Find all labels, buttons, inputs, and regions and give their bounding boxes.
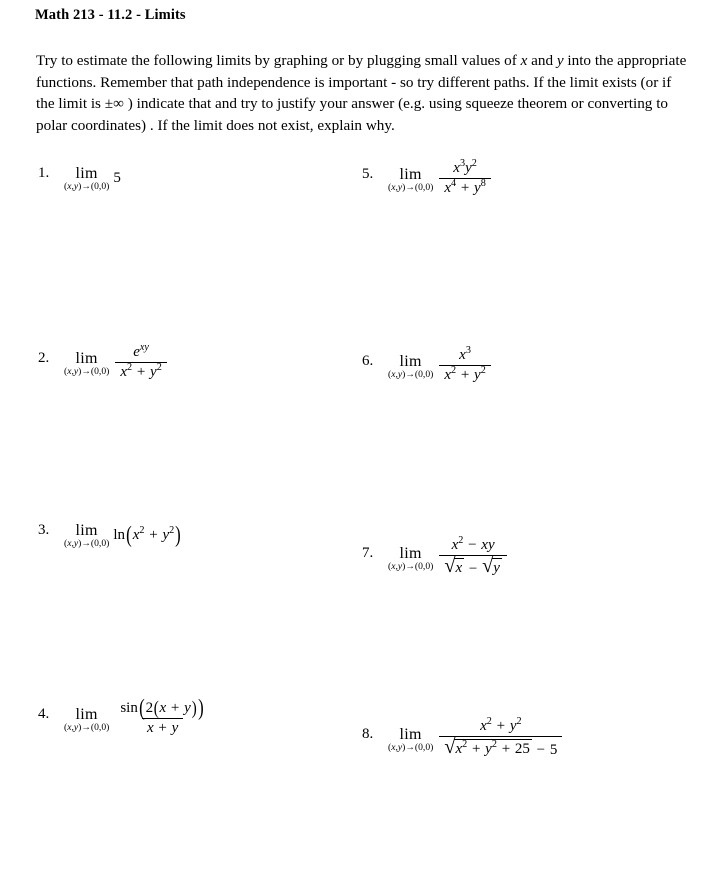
fraction-numerator: x3 — [459, 345, 471, 363]
lim-subscript: (x,y)→(0,0) — [388, 181, 434, 193]
fraction-numerator: exy — [133, 342, 149, 360]
fraction: x2 + y2 √ x2 + y2 + 25 − 5 — [439, 716, 563, 760]
lim-subscript: (x,y)→(0,0) — [388, 741, 434, 753]
problem-6: 6. lim (x,y)→(0,0) x3 x2 + y2 — [362, 345, 493, 385]
problem-3-number: 3. — [38, 522, 50, 538]
problem-2-expression: lim (x,y)→(0,0) exy x2 + y2 — [64, 342, 169, 382]
lim-label: lim — [399, 725, 422, 743]
limit-operator: lim (x,y)→(0,0) — [388, 544, 434, 572]
lim-label: lim — [399, 165, 422, 183]
problem-3-expression: lim (x,y)→(0,0) ln(x2 + y2) — [64, 521, 182, 549]
problem-8-number: 8. — [362, 725, 374, 742]
lim-label: lim — [399, 352, 422, 370]
limit-operator: lim (x,y)→(0,0) — [64, 166, 109, 192]
problem-6-number: 6. — [362, 352, 374, 369]
problem-3: 3. lim (x,y)→(0,0) ln(x2 + y2) — [38, 521, 182, 549]
problem-6-expression: lim (x,y)→(0,0) x3 x2 + y2 — [388, 345, 493, 385]
fraction-numerator: x2 + y2 — [480, 716, 522, 734]
limit-operator: lim (x,y)→(0,0) — [388, 352, 434, 380]
problem-2-number: 2. — [38, 349, 50, 366]
fraction-denominator: √ x − √ y — [439, 555, 507, 578]
lim-subscript: (x,y)→(0,0) — [64, 365, 110, 377]
fraction-denominator: x2 + y2 — [115, 362, 167, 381]
problem-7: 7. lim (x,y)→(0,0) x2 − xy √ x − √ y — [362, 535, 509, 579]
fraction-denominator: x4 + y8 — [439, 178, 491, 197]
problem-5-number: 5. — [362, 165, 374, 182]
problem-3-body: ln(x2 + y2) — [113, 521, 181, 548]
square-root-x: √ x — [444, 555, 465, 578]
limit-operator: lim (x,y)→(0,0) — [388, 165, 434, 193]
square-root-expression: √ x2 + y2 + 25 — [444, 736, 532, 759]
lim-subscript: (x,y)→(0,0) — [388, 560, 434, 572]
lim-subscript: (x,y)→(0,0) — [64, 181, 110, 192]
lim-label: lim — [399, 544, 422, 562]
fraction-numerator: x3y2 — [453, 158, 477, 176]
page-title: Math 213 - 11.2 - Limits — [35, 7, 186, 23]
fraction: x2 − xy √ x − √ y — [439, 535, 507, 579]
fraction-denominator: x + y — [141, 718, 184, 737]
limit-operator: lim (x,y)→(0,0) — [64, 705, 110, 733]
problem-1-body: 5 — [113, 169, 121, 186]
lim-subscript: (x,y)→(0,0) — [388, 368, 434, 380]
worksheet-page: Math 213 - 11.2 - Limits Try to estimate… — [0, 0, 719, 877]
lim-label: lim — [75, 705, 98, 723]
problem-2: 2. lim (x,y)→(0,0) exy x2 + y2 — [38, 342, 169, 382]
fraction-numerator: sin(2(x + y)) — [120, 695, 204, 722]
fraction-denominator: √ x2 + y2 + 25 − 5 — [439, 736, 563, 759]
problem-8-expression: lim (x,y)→(0,0) x2 + y2 √ x2 + y2 + 25 − … — [388, 716, 564, 760]
problem-7-expression: lim (x,y)→(0,0) x2 − xy √ x − √ y — [388, 535, 509, 579]
problem-8: 8. lim (x,y)→(0,0) x2 + y2 √ x2 + y2 + 25… — [362, 716, 564, 760]
fraction: exy x2 + y2 — [115, 342, 167, 382]
problem-7-number: 7. — [362, 544, 374, 561]
lim-subscript: (x,y)→(0,0) — [64, 721, 110, 733]
problem-1-expression: lim (x,y)→(0,0) 5 — [64, 165, 121, 192]
fraction-numerator: x2 − xy — [451, 535, 495, 553]
instructions-paragraph: Try to estimate the following limits by … — [36, 52, 687, 134]
lim-label: lim — [75, 522, 98, 539]
limit-operator: lim (x,y)→(0,0) — [64, 349, 110, 377]
problem-5-expression: lim (x,y)→(0,0) x3y2 x4 + y8 — [388, 158, 493, 198]
fraction: x3y2 x4 + y8 — [439, 158, 491, 198]
fraction: x3 x2 + y2 — [439, 345, 491, 385]
limit-operator: lim (x,y)→(0,0) — [388, 725, 434, 753]
limit-operator: lim (x,y)→(0,0) — [64, 523, 109, 549]
lim-label: lim — [75, 349, 98, 367]
problem-1: 1. lim (x,y)→(0,0) 5 — [38, 165, 121, 192]
fraction-denominator: x2 + y2 — [439, 365, 491, 384]
square-root-y: √ y — [482, 555, 502, 578]
problem-4-expression: lim (x,y)→(0,0) sin(2(x + y)) x + y — [64, 695, 212, 738]
problem-5: 5. lim (x,y)→(0,0) x3y2 x4 + y8 — [362, 158, 493, 198]
lim-subscript: (x,y)→(0,0) — [64, 538, 110, 549]
lim-label: lim — [75, 165, 98, 182]
problem-1-number: 1. — [38, 165, 50, 181]
fraction: sin(2(x + y)) x + y — [115, 695, 210, 738]
problem-4-number: 4. — [38, 705, 50, 722]
problem-4: 4. lim (x,y)→(0,0) sin(2(x + y)) x + y — [38, 695, 212, 738]
